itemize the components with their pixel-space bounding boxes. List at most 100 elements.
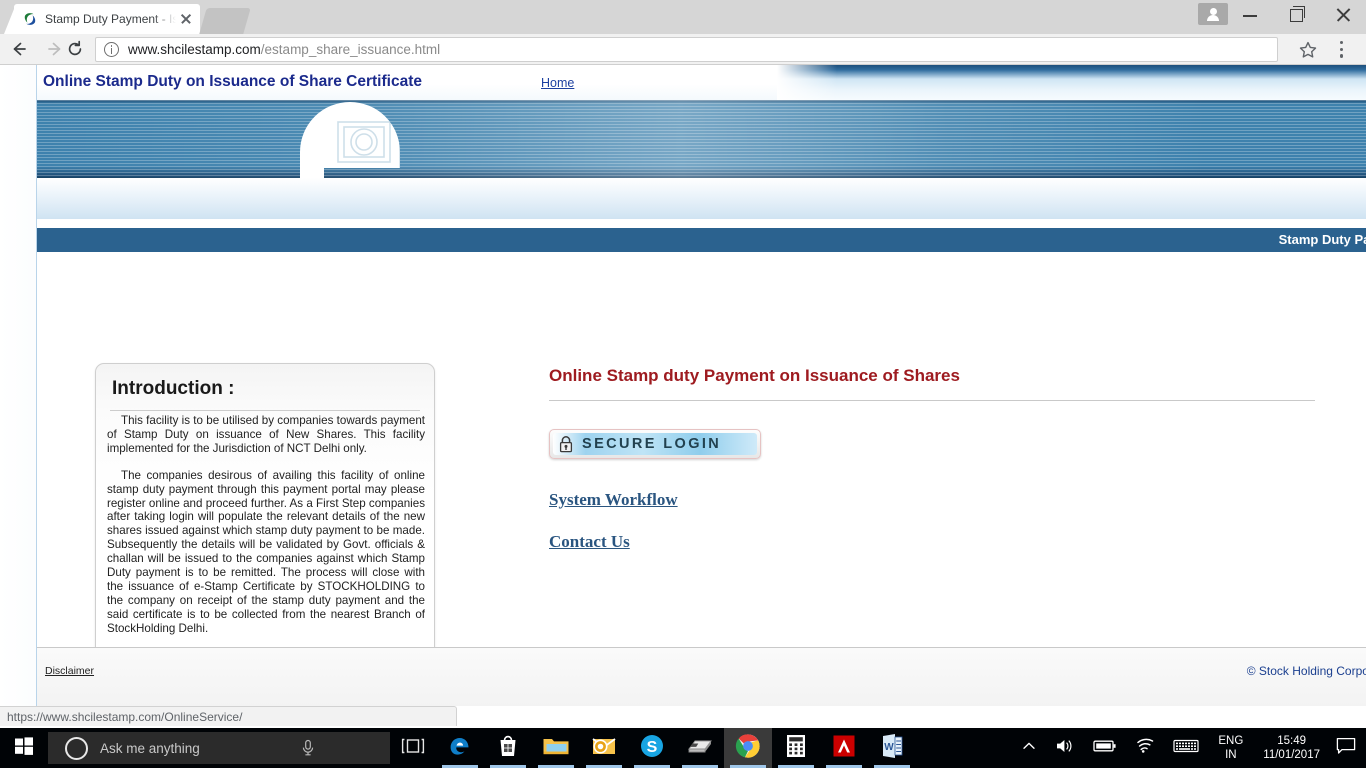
introduction-body: This facility is to be utilised by compa… (103, 414, 429, 636)
wifi-icon (1135, 738, 1155, 759)
bookmark-star-icon[interactable] (1298, 40, 1318, 60)
show-hidden-icons-button[interactable] (1012, 728, 1046, 768)
task-view-icon (401, 737, 425, 760)
taskbar-app-skype[interactable]: S (628, 728, 676, 768)
introduction-paragraph-2: The companies desirous of availing this … (107, 468, 425, 635)
notification-icon (1336, 737, 1356, 760)
language-line-1: ENG (1218, 735, 1244, 747)
start-button[interactable] (0, 728, 48, 768)
reload-button[interactable] (58, 34, 92, 64)
taskbar-app-store[interactable] (484, 728, 532, 768)
address-bar[interactable]: www.shcilestamp.com/estamp_share_issuanc… (95, 37, 1278, 62)
link-contact-us[interactable]: Contact Us (549, 532, 630, 552)
action-center-button[interactable] (1330, 728, 1362, 768)
secure-login-label: SECURE LOGIN (582, 436, 722, 452)
scanner-icon (686, 736, 714, 761)
caption-bar: Stamp Duty Payment on Issua (37, 228, 1366, 252)
taskbar-app-file-explorer[interactable] (532, 728, 580, 768)
skype-icon: S (639, 733, 665, 764)
site-header: Online Stamp Duty on Issuance of Share C… (37, 65, 1366, 100)
calculator-icon (785, 733, 807, 764)
site-banner (37, 100, 1366, 178)
battery-icon (1093, 739, 1117, 758)
system-tray: ENG IN 15:49 11/01/2017 (1012, 728, 1366, 768)
volume-button[interactable] (1046, 728, 1084, 768)
browser-toolbar: www.shcilestamp.com/estamp_share_issuanc… (0, 34, 1366, 65)
avatar[interactable] (1198, 3, 1228, 25)
caption-bar-text: Stamp Duty Payment on Issua (1278, 232, 1366, 247)
link-disclaimer[interactable]: Disclaimer (45, 665, 94, 677)
language-indicator[interactable]: ENG IN (1208, 728, 1253, 768)
outlook-icon (591, 734, 617, 763)
word-icon: W (880, 733, 904, 764)
new-tab-button[interactable] (199, 8, 251, 34)
shcil-logo-favicon (22, 11, 38, 27)
banner-light-band (37, 178, 1366, 219)
introduction-panel: Introduction : This facility is to be ut… (95, 363, 435, 659)
taskbar-app-edge[interactable] (436, 728, 484, 768)
edge-icon (447, 733, 473, 764)
copyright-text: © Stock Holding Corporation of India Ltd… (1246, 664, 1366, 678)
e-stamp-logo-icon (262, 100, 437, 178)
main-heading: Online Stamp duty Payment on Issuance of… (549, 366, 960, 385)
touch-keyboard-button[interactable] (1164, 728, 1208, 768)
cortana-icon (65, 736, 88, 760)
close-icon[interactable] (178, 11, 194, 27)
minimize-button[interactable] (1228, 0, 1274, 30)
svg-text:W: W (884, 742, 894, 753)
back-button[interactable] (2, 34, 36, 64)
windows-taskbar: Ask me anything S W ENG IN 15:49 11/01/2… (0, 728, 1366, 768)
microphone-icon[interactable] (300, 739, 316, 757)
task-view-button[interactable] (390, 728, 436, 768)
taskbar-app-scanner[interactable] (676, 728, 724, 768)
web-page: Online Stamp Duty on Issuance of Share C… (36, 65, 1366, 706)
chevron-up-icon (1021, 738, 1037, 759)
introduction-heading: Introduction : (112, 378, 235, 399)
taskbar-app-icons: S W (436, 728, 916, 768)
taskbar-app-outlook[interactable] (580, 728, 628, 768)
language-line-2: IN (1225, 749, 1237, 761)
clock-time: 15:49 (1277, 735, 1307, 747)
info-circle-icon[interactable] (104, 42, 119, 57)
chrome-browser-window: Stamp Duty Payment - Is www.shcilestamp.… (0, 0, 1366, 726)
windows-logo-icon (14, 736, 34, 761)
maximize-button[interactable] (1274, 0, 1320, 30)
url-host: www.shcilestamp.com (128, 42, 261, 57)
network-button[interactable] (1126, 728, 1164, 768)
taskbar-app-adobe-reader[interactable] (820, 728, 868, 768)
window-controls (1198, 0, 1366, 34)
microsoft-store-icon (496, 733, 520, 764)
chrome-menu-icon[interactable] (1340, 41, 1344, 59)
file-explorer-icon (542, 735, 570, 762)
browser-tab[interactable]: Stamp Duty Payment - Is (4, 4, 200, 34)
link-system-workflow[interactable]: System Workflow (549, 490, 678, 510)
padlock-icon (558, 435, 574, 453)
url-path: /estamp_share_issuance.html (260, 42, 441, 57)
keyboard-icon (1173, 738, 1199, 759)
speaker-icon (1055, 737, 1075, 760)
taskbar-app-word[interactable]: W (868, 728, 916, 768)
header-blue-gradient (777, 65, 1366, 100)
site-footer: Disclaimer © Stock Holding Corporation o… (37, 647, 1366, 706)
page-viewport: Online Stamp Duty on Issuance of Share C… (0, 65, 1366, 706)
tab-title: Stamp Duty Payment - Is (45, 12, 176, 26)
taskbar-app-chrome[interactable] (724, 728, 772, 768)
search-input[interactable]: Ask me anything (48, 732, 390, 764)
clock[interactable]: 15:49 11/01/2017 (1253, 728, 1330, 768)
tab-strip: Stamp Duty Payment - Is (0, 0, 1366, 34)
clock-date: 11/01/2017 (1263, 749, 1320, 761)
battery-button[interactable] (1084, 728, 1126, 768)
divider (549, 400, 1315, 401)
secure-login-button[interactable]: SECURE LOGIN (549, 429, 761, 459)
taskbar-app-calculator[interactable] (772, 728, 820, 768)
chrome-icon (735, 733, 761, 764)
divider (110, 410, 420, 411)
nav-link-home[interactable]: Home (541, 76, 574, 90)
close-window-button[interactable] (1320, 0, 1366, 30)
adobe-reader-icon (832, 734, 856, 763)
svg-text:S: S (647, 739, 658, 756)
status-bubble-text: https://www.shcilestamp.com/OnlineServic… (7, 709, 243, 724)
search-placeholder: Ask me anything (100, 740, 200, 756)
page-content: Introduction : This facility is to be ut… (37, 252, 1366, 659)
status-bubble: https://www.shcilestamp.com/OnlineServic… (0, 706, 457, 726)
